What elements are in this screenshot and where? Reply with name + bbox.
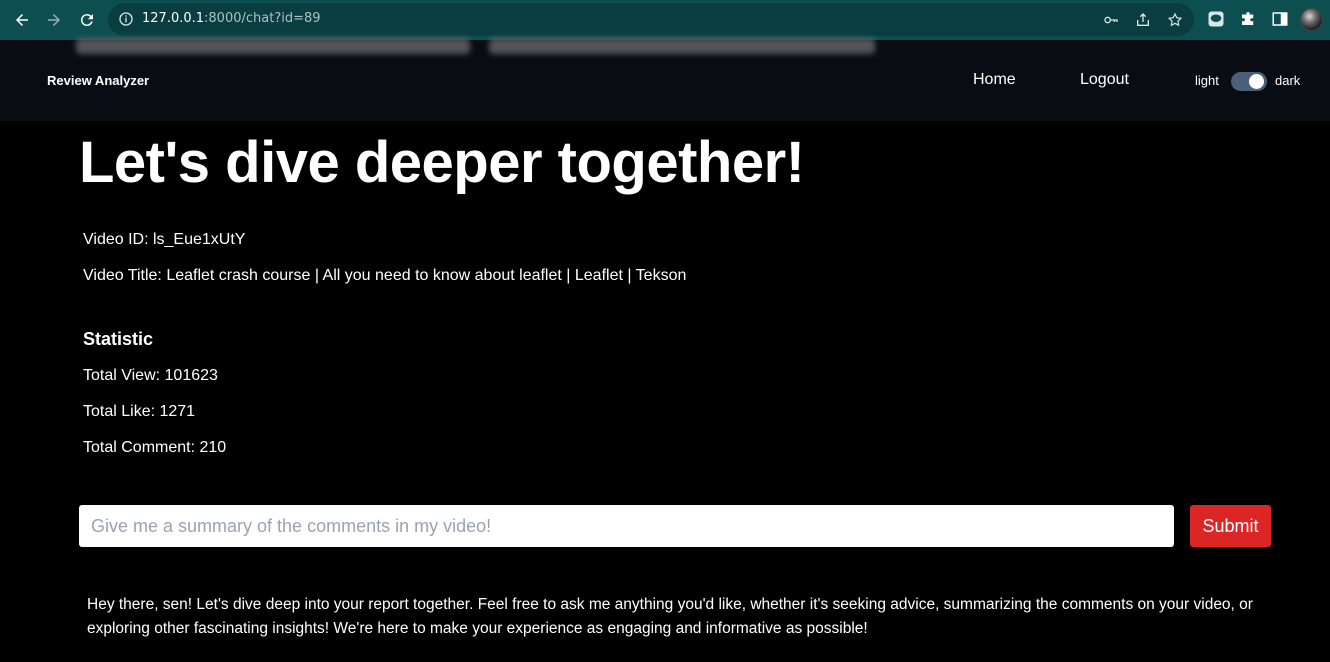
browser-toolbar: 127.0.0.1:8000/chat?id=89 bbox=[0, 0, 1330, 40]
url-path: :8000/chat?id=89 bbox=[204, 11, 321, 26]
back-arrow-icon[interactable] bbox=[11, 9, 33, 31]
theme-toggle-switch[interactable] bbox=[1231, 72, 1267, 91]
reload-icon[interactable] bbox=[76, 9, 98, 31]
total-comment-text: Total Comment: 210 bbox=[83, 439, 227, 456]
submit-button[interactable]: Submit bbox=[1190, 505, 1271, 547]
url-host: 127.0.0.1 bbox=[142, 11, 205, 26]
video-title-text: Video Title: Leaflet crash course | All … bbox=[83, 267, 687, 284]
key-icon[interactable] bbox=[1103, 12, 1119, 28]
url-text: 127.0.0.1:8000/chat?id=89 bbox=[142, 11, 321, 26]
brand-logo-text[interactable]: Review Analyzer bbox=[47, 73, 149, 88]
blurred-element-right bbox=[489, 38, 875, 54]
forward-arrow-icon[interactable] bbox=[43, 9, 65, 31]
video-id-text: Video ID: ls_Eue1xUtY bbox=[83, 231, 246, 248]
chat-extension-icon[interactable] bbox=[1207, 10, 1225, 28]
total-view-text: Total View: 101623 bbox=[83, 367, 218, 384]
blurred-element-left bbox=[76, 38, 470, 54]
share-icon[interactable] bbox=[1135, 12, 1151, 28]
nav-home-link[interactable]: Home bbox=[973, 71, 1016, 89]
profile-avatar[interactable] bbox=[1300, 8, 1323, 31]
chat-prompt-input[interactable] bbox=[79, 505, 1174, 547]
page-title: Let's dive deeper together! bbox=[79, 130, 805, 195]
site-info-icon[interactable] bbox=[118, 11, 134, 27]
assistant-message: Hey there, sen! Let's dive deep into you… bbox=[87, 596, 1253, 637]
extensions-puzzle-icon[interactable] bbox=[1239, 10, 1257, 28]
theme-dark-label: dark bbox=[1275, 73, 1301, 88]
bookmark-star-icon[interactable] bbox=[1167, 12, 1183, 28]
side-panel-icon[interactable] bbox=[1271, 10, 1289, 28]
nav-logout-link[interactable]: Logout bbox=[1080, 71, 1129, 89]
total-like-text: Total Like: 1271 bbox=[83, 403, 196, 420]
statistic-heading: Statistic bbox=[83, 329, 154, 349]
toggle-knob bbox=[1249, 74, 1264, 89]
theme-light-label: light bbox=[1195, 73, 1219, 88]
address-bar[interactable]: 127.0.0.1:8000/chat?id=89 bbox=[108, 3, 1194, 36]
